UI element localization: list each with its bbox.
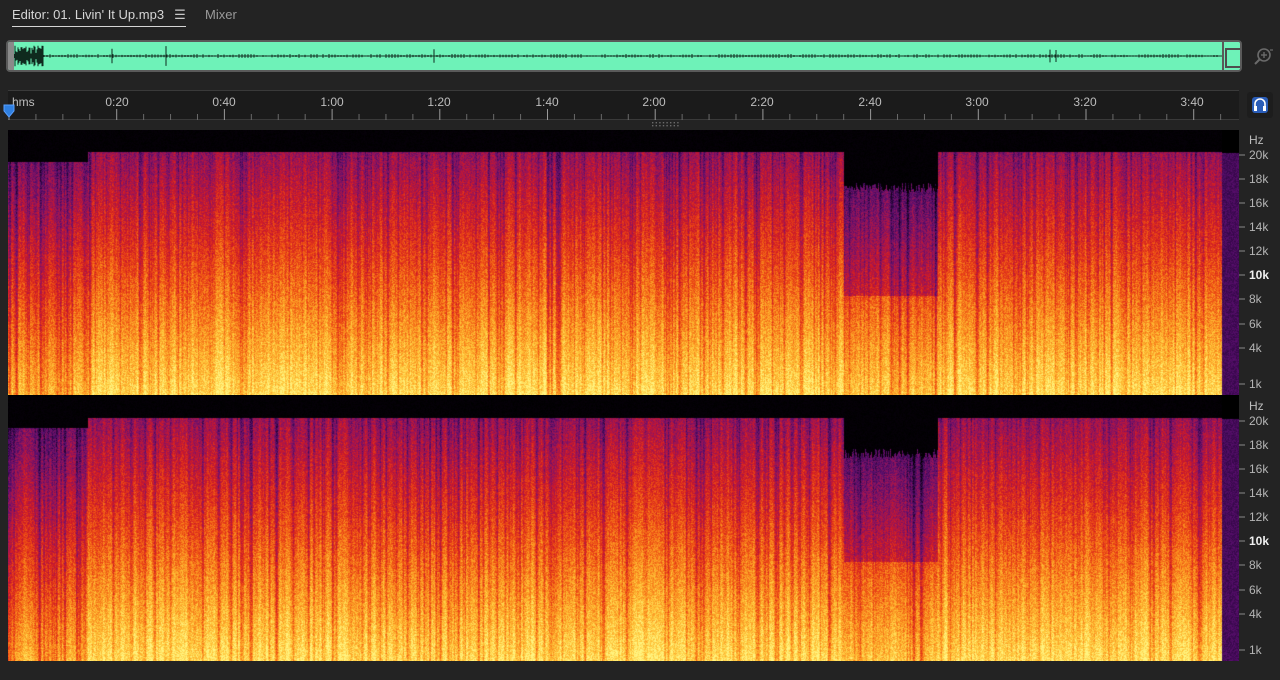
frequency-label: 14k — [1249, 220, 1269, 234]
frequency-axis-ticks — [1239, 420, 1245, 651]
headphones-icon — [1252, 97, 1268, 113]
frequency-label: 8k — [1249, 558, 1262, 572]
tab-editor-label: Editor: 01. Livin' It Up.mp3 — [12, 7, 165, 22]
overview-waveform-trace — [13, 45, 1222, 67]
frequency-label: 10k — [1249, 268, 1270, 282]
frequency-label: 12k — [1249, 510, 1269, 524]
frequency-axis-right-channel[interactable]: Hz 20k 18k 16k 14k 12k 10k 8k 6k 4k 1k — [1239, 396, 1280, 661]
frequency-unit-label: Hz — [1249, 133, 1264, 147]
frequency-label: 1k — [1249, 643, 1262, 657]
tab-editor[interactable]: Editor: 01. Livin' It Up.mp3 ☰ — [12, 7, 186, 27]
frequency-unit-label: Hz — [1249, 399, 1264, 413]
audition-editor: Editor: 01. Livin' It Up.mp3 ☰ Mixer hms … — [0, 0, 1280, 680]
overview-waveform[interactable] — [6, 40, 1242, 72]
time-ruler-ticks — [8, 109, 1222, 120]
frequency-label: 10k — [1249, 534, 1270, 548]
frequency-label: 16k — [1249, 196, 1269, 210]
spectrogram-canvas — [8, 130, 1239, 395]
frequency-label: 20k — [1249, 414, 1269, 428]
frequency-label: 6k — [1249, 317, 1262, 331]
frequency-label: 20k — [1249, 148, 1269, 162]
frequency-axis-ticks — [1239, 154, 1245, 385]
frequency-label: 1k — [1249, 377, 1262, 391]
time-ruler[interactable]: hms 0:20 0:40 1:00 1:20 1:40 2:00 2:20 2… — [8, 90, 1239, 120]
monitor-button[interactable] — [1247, 92, 1273, 118]
panel-menu-icon[interactable]: ☰ — [174, 7, 186, 22]
frequency-label: 14k — [1249, 486, 1269, 500]
overview-range-start-handle[interactable] — [8, 42, 14, 70]
zoom-icon[interactable] — [1252, 46, 1274, 68]
frequency-label: 16k — [1249, 462, 1269, 476]
frequency-label: 8k — [1249, 292, 1262, 306]
frequency-label: 4k — [1249, 607, 1262, 621]
frequency-label: 12k — [1249, 244, 1269, 258]
frequency-label: 18k — [1249, 438, 1269, 452]
panel-resize-grip[interactable] — [650, 120, 682, 128]
spectrogram-channel-right[interactable] — [8, 396, 1239, 661]
frequency-label: 6k — [1249, 583, 1262, 597]
tab-mixer[interactable]: Mixer — [205, 7, 237, 23]
spectrogram-canvas — [8, 396, 1239, 661]
spectral-display[interactable] — [8, 130, 1239, 661]
playhead-marker[interactable] — [3, 104, 15, 118]
frequency-axis-left-channel[interactable]: Hz 20k 18k 16k 14k 12k 10k 8k 6k 4k 1k — [1239, 130, 1280, 395]
status-strip — [0, 662, 1280, 680]
panel-tab-bar: Editor: 01. Livin' It Up.mp3 ☰ Mixer — [0, 0, 1280, 32]
frequency-label: 4k — [1249, 341, 1262, 355]
spectrogram-channel-left[interactable] — [8, 130, 1239, 395]
overview-range-end-handle[interactable] — [1222, 42, 1240, 70]
frequency-label: 18k — [1249, 172, 1269, 186]
